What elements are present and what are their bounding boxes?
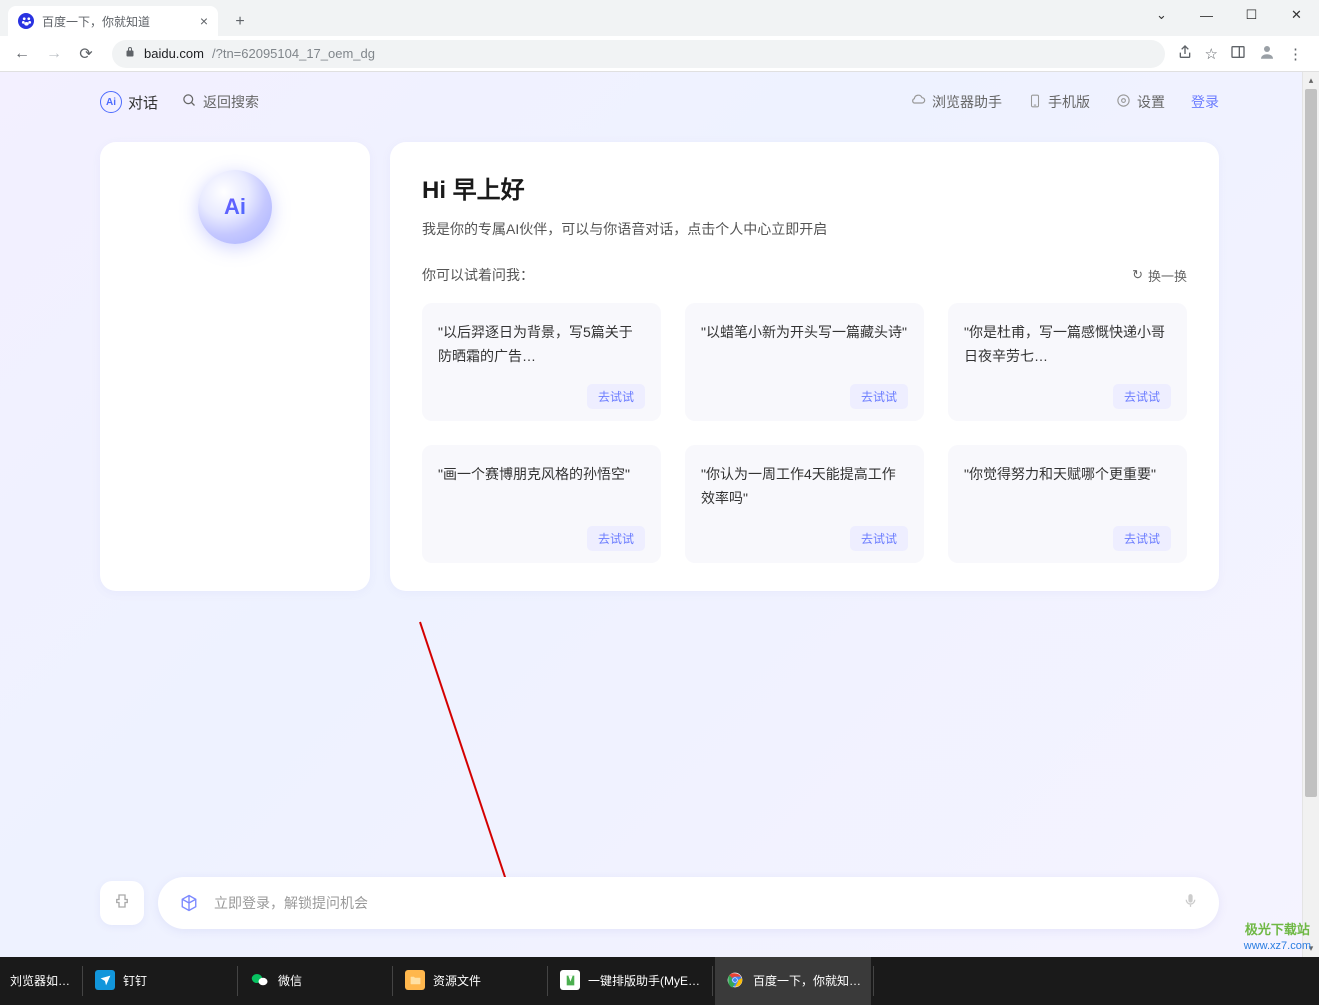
reload-button[interactable]: ⟳ xyxy=(72,40,100,68)
star-icon[interactable]: ☆ xyxy=(1205,45,1218,63)
tab-bar: 百度一下，你就知道 × + xyxy=(0,0,1319,36)
scroll-up-icon[interactable]: ▴ xyxy=(1303,72,1319,89)
ai-badge-icon: Ai xyxy=(100,91,122,113)
chat-tab[interactable]: Ai 对话 xyxy=(100,91,158,113)
vertical-scrollbar[interactable]: ▴ ▾ xyxy=(1302,72,1319,957)
browser-helper-link[interactable]: 浏览器助手 xyxy=(910,92,1002,112)
suggestion-card[interactable]: "你觉得努力和天赋哪个更重要"去试试 xyxy=(948,445,1187,563)
mobile-link[interactable]: 手机版 xyxy=(1028,92,1090,112)
back-search-label: 返回搜索 xyxy=(203,92,259,112)
plugin-icon xyxy=(113,892,131,915)
suggestion-card[interactable]: "以蜡笔小新为开头写一篇藏头诗"去试试 xyxy=(685,303,924,421)
taskbar-item[interactable]: 刘览器如… xyxy=(0,957,80,1005)
try-button[interactable]: 去试试 xyxy=(850,526,908,551)
taskbar: 刘览器如… 钉钉 微信 资源文件 一键排版助手(MyE… 百度一下，你就知… xyxy=(0,957,1319,1005)
window-controls: ⌄ — ☐ ✕ xyxy=(1139,0,1319,30)
panel-icon[interactable] xyxy=(1230,44,1246,64)
try-button[interactable]: 去试试 xyxy=(587,384,645,409)
share-icon[interactable] xyxy=(1177,44,1193,64)
url-domain: baidu.com xyxy=(144,46,204,61)
refresh-icon: ↻ xyxy=(1132,267,1143,283)
tab-close-icon[interactable]: × xyxy=(200,13,208,29)
main-card: Hi 早上好 我是你的专属AI伙伴，可以与你语音对话，点击个人中心立即开启 你可… xyxy=(390,142,1219,591)
close-button[interactable]: ✕ xyxy=(1274,0,1319,30)
taskbar-item[interactable]: 资源文件 xyxy=(395,957,545,1005)
page-content: Ai 对话 返回搜索 浏览器助手 手机版 xyxy=(0,72,1319,957)
refresh-button[interactable]: ↻ 换一换 xyxy=(1132,266,1187,285)
prompt-label: 你可以试着问我： xyxy=(422,265,534,285)
app-icon xyxy=(560,970,580,990)
cube-icon xyxy=(178,892,200,914)
new-tab-button[interactable]: + xyxy=(226,8,254,36)
sidebar: Ai xyxy=(100,142,370,591)
chrome-icon xyxy=(725,970,745,990)
greeting-subtitle: 我是你的专属AI伙伴，可以与你语音对话，点击个人中心立即开启 xyxy=(422,219,1187,239)
maximize-button[interactable]: ☐ xyxy=(1229,0,1274,30)
settings-link[interactable]: 设置 xyxy=(1116,92,1165,112)
lock-icon xyxy=(124,46,136,61)
taskbar-item[interactable]: 微信 xyxy=(240,957,390,1005)
chat-tab-label: 对话 xyxy=(128,92,158,113)
chat-input-area: 立即登录，解锁提问机会 xyxy=(100,877,1219,929)
page-header: Ai 对话 返回搜索 浏览器助手 手机版 xyxy=(0,72,1319,132)
menu-icon[interactable]: ⋮ xyxy=(1288,45,1303,63)
suggestion-card[interactable]: "以后羿逐日为背景，写5篇关于防晒霜的广告…去试试 xyxy=(422,303,661,421)
mic-icon[interactable] xyxy=(1182,892,1199,914)
url-path: /?tn=62095104_17_oem_dg xyxy=(212,46,375,61)
greeting-title: Hi 早上好 xyxy=(422,170,1187,205)
address-bar: ← → ⟳ baidu.com /?tn=62095104_17_oem_dg ☆… xyxy=(0,36,1319,72)
profile-icon[interactable] xyxy=(1258,43,1276,65)
wechat-icon xyxy=(250,970,270,990)
tab-title: 百度一下，你就知道 xyxy=(42,13,150,30)
watermark: 极光下载站 www.xz7.com xyxy=(1244,922,1311,953)
chat-input[interactable]: 立即登录，解锁提问机会 xyxy=(158,877,1219,929)
phone-icon xyxy=(1028,94,1042,111)
suggestion-card[interactable]: "你是杜甫，写一篇感慨快递小哥日夜辛劳七…去试试 xyxy=(948,303,1187,421)
scroll-thumb[interactable] xyxy=(1305,89,1317,797)
try-button[interactable]: 去试试 xyxy=(1113,526,1171,551)
taskbar-item[interactable]: 钉钉 xyxy=(85,957,235,1005)
suggestion-card[interactable]: "画一个赛博朋克风格的孙悟空"去试试 xyxy=(422,445,661,563)
taskbar-item[interactable]: 百度一下，你就知… xyxy=(715,957,871,1005)
gear-icon xyxy=(1116,93,1131,111)
taskbar-item[interactable]: 一键排版助手(MyE… xyxy=(550,957,710,1005)
login-link[interactable]: 登录 xyxy=(1191,92,1219,112)
suggestion-cards: "以后羿逐日为背景，写5篇关于防晒霜的广告…去试试 "以蜡笔小新为开头写一篇藏头… xyxy=(422,303,1187,563)
cloud-icon xyxy=(910,93,926,112)
try-button[interactable]: 去试试 xyxy=(587,526,645,551)
folder-icon xyxy=(405,970,425,990)
dingtalk-icon xyxy=(95,970,115,990)
try-button[interactable]: 去试试 xyxy=(1113,384,1171,409)
suggestion-card[interactable]: "你认为一周工作4天能提高工作效率吗"去试试 xyxy=(685,445,924,563)
input-placeholder: 立即登录，解锁提问机会 xyxy=(214,893,1182,913)
plugin-button[interactable] xyxy=(100,881,144,925)
search-icon xyxy=(182,93,197,111)
url-input[interactable]: baidu.com /?tn=62095104_17_oem_dg xyxy=(112,40,1165,68)
back-button[interactable]: ← xyxy=(8,40,36,68)
browser-tab[interactable]: 百度一下，你就知道 × xyxy=(8,6,218,36)
try-button[interactable]: 去试试 xyxy=(850,384,908,409)
forward-button[interactable]: → xyxy=(40,40,68,68)
minimize-button[interactable]: — xyxy=(1184,0,1229,30)
ai-orb-icon[interactable]: Ai xyxy=(198,170,272,244)
window-dropdown-icon[interactable]: ⌄ xyxy=(1139,0,1184,30)
back-to-search[interactable]: 返回搜索 xyxy=(182,92,259,112)
baidu-favicon-icon xyxy=(18,13,34,29)
